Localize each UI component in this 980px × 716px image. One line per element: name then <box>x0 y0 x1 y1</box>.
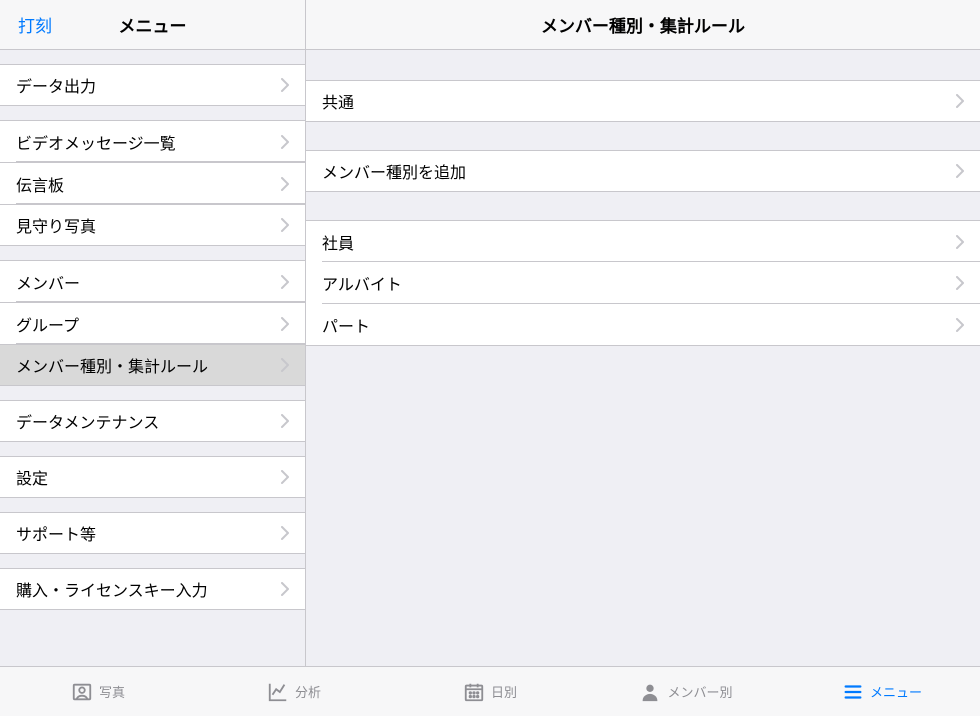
content-item-label: パート <box>322 313 956 337</box>
content-group: 共通 <box>306 80 980 122</box>
sidebar-item-label: データ出力 <box>16 73 281 97</box>
chevron-right-icon <box>956 318 964 332</box>
sidebar-group: ビデオメッセージ一覧伝言板見守り写真 <box>0 120 305 246</box>
sidebar-item[interactable]: 伝言板 <box>0 162 305 204</box>
sidebar-item-label: メンバー種別・集計ルール <box>16 353 281 377</box>
chevron-right-icon <box>281 218 289 232</box>
sidebar-item-label: データメンテナンス <box>16 409 281 433</box>
tab-label: 日別 <box>491 682 517 701</box>
sidebar-item-label: グループ <box>16 312 281 336</box>
sidebar-item-label: 購入・ライセンスキー入力 <box>16 577 281 601</box>
sidebar-item[interactable]: 見守り写真 <box>0 204 305 246</box>
person-icon <box>639 681 661 703</box>
tab-label: 分析 <box>295 682 321 701</box>
content-item[interactable]: メンバー種別を追加 <box>306 150 980 192</box>
photo-icon <box>71 681 93 703</box>
sidebar-item[interactable]: メンバー種別・集計ルール <box>0 344 305 386</box>
menu-icon <box>842 681 864 703</box>
content-item-label: 共通 <box>322 89 956 113</box>
chevron-right-icon <box>956 276 964 290</box>
sidebar-group: データメンテナンス <box>0 400 305 442</box>
content-item[interactable]: パート <box>306 304 980 346</box>
chevron-right-icon <box>956 164 964 178</box>
tab-photo[interactable]: 写真 <box>0 681 196 703</box>
chevron-right-icon <box>281 358 289 372</box>
tab-label: 写真 <box>99 682 125 701</box>
content-header: メンバー種別・集計ルール <box>306 0 980 50</box>
chevron-right-icon <box>956 94 964 108</box>
sidebar-item-label: ビデオメッセージ一覧 <box>16 130 281 154</box>
chart-icon <box>267 681 289 703</box>
sidebar-header: 打刻 メニュー <box>0 0 305 50</box>
sidebar-item[interactable]: 設定 <box>0 456 305 498</box>
content-item-label: アルバイト <box>322 271 956 295</box>
content-item[interactable]: 共通 <box>306 80 980 122</box>
sidebar-group: メンバーグループメンバー種別・集計ルール <box>0 260 305 386</box>
content-item-label: メンバー種別を追加 <box>322 159 956 183</box>
tabbar: 写真 分析 日別 メンバー別 メニュー <box>0 666 980 716</box>
chevron-right-icon <box>281 526 289 540</box>
sidebar-item[interactable]: メンバー <box>0 260 305 302</box>
tab-label: メンバー別 <box>667 682 732 701</box>
chevron-right-icon <box>281 317 289 331</box>
sidebar-group: 設定 <box>0 456 305 498</box>
sidebar-item[interactable]: ビデオメッセージ一覧 <box>0 120 305 162</box>
main-container: 打刻 メニュー データ出力ビデオメッセージ一覧伝言板見守り写真メンバーグループメ… <box>0 0 980 666</box>
sidebar-item[interactable]: データ出力 <box>0 64 305 106</box>
tab-label: メニュー <box>870 682 922 701</box>
sidebar-item-label: メンバー <box>16 270 281 294</box>
chevron-right-icon <box>281 135 289 149</box>
sidebar-group: サポート等 <box>0 512 305 554</box>
sidebar-item[interactable]: グループ <box>0 302 305 344</box>
chevron-right-icon <box>281 177 289 191</box>
content-pane: メンバー種別・集計ルール 共通メンバー種別を追加社員アルバイトパート <box>306 0 980 666</box>
timeclock-link[interactable]: 打刻 <box>18 12 52 37</box>
content-group: メンバー種別を追加 <box>306 150 980 192</box>
sidebar-item[interactable]: 購入・ライセンスキー入力 <box>0 568 305 610</box>
content-item[interactable]: アルバイト <box>306 262 980 304</box>
sidebar-list: データ出力ビデオメッセージ一覧伝言板見守り写真メンバーグループメンバー種別・集計… <box>0 50 305 666</box>
tab-calendar[interactable]: 日別 <box>392 681 588 703</box>
sidebar-item-label: 伝言板 <box>16 172 281 196</box>
chevron-right-icon <box>281 414 289 428</box>
chevron-right-icon <box>281 78 289 92</box>
tab-menu[interactable]: メニュー <box>784 681 980 703</box>
sidebar-item[interactable]: データメンテナンス <box>0 400 305 442</box>
tab-chart[interactable]: 分析 <box>196 681 392 703</box>
content-list: 共通メンバー種別を追加社員アルバイトパート <box>306 50 980 666</box>
chevron-right-icon <box>281 470 289 484</box>
sidebar-item-label: 見守り写真 <box>16 213 281 237</box>
chevron-right-icon <box>956 235 964 249</box>
chevron-right-icon <box>281 275 289 289</box>
sidebar-item-label: サポート等 <box>16 521 281 545</box>
tab-person[interactable]: メンバー別 <box>588 681 784 703</box>
sidebar-group: 購入・ライセンスキー入力 <box>0 568 305 610</box>
sidebar-group: データ出力 <box>0 64 305 106</box>
sidebar-item-label: 設定 <box>16 465 281 489</box>
sidebar: 打刻 メニュー データ出力ビデオメッセージ一覧伝言板見守り写真メンバーグループメ… <box>0 0 306 666</box>
content-item[interactable]: 社員 <box>306 220 980 262</box>
content-title: メンバー種別・集計ルール <box>541 12 745 37</box>
content-item-label: 社員 <box>322 230 956 254</box>
chevron-right-icon <box>281 582 289 596</box>
calendar-icon <box>463 681 485 703</box>
content-group: 社員アルバイトパート <box>306 220 980 346</box>
sidebar-item[interactable]: サポート等 <box>0 512 305 554</box>
